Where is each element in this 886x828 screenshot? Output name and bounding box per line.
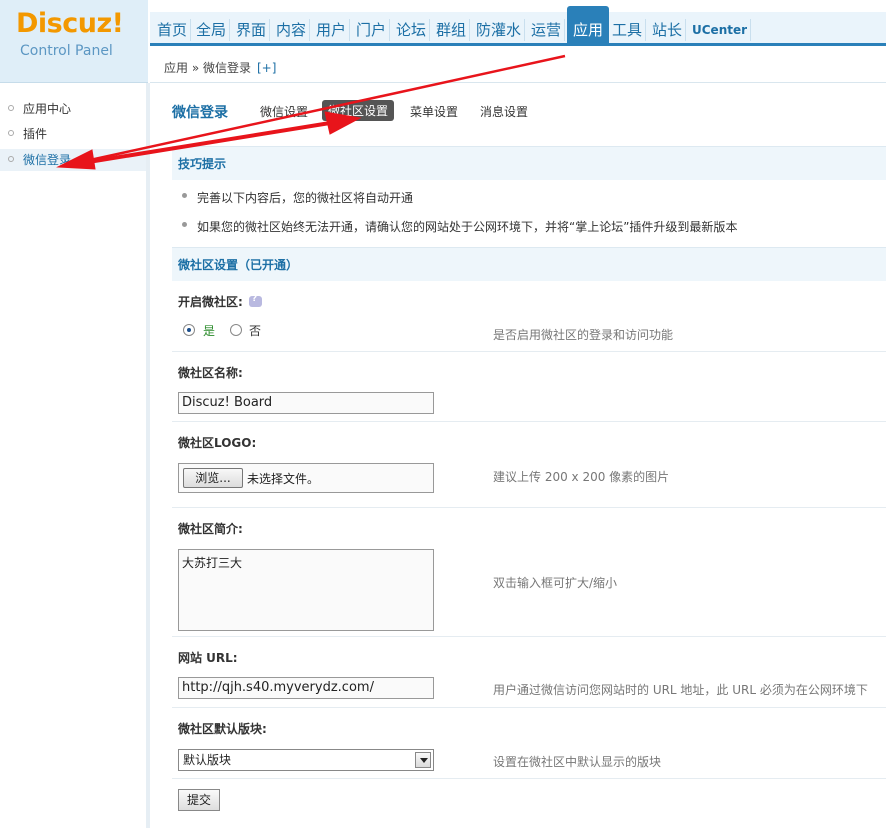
sidebar: 应用中心 插件 微信登录: [0, 83, 150, 828]
name-label: 微社区名称:: [178, 366, 243, 380]
enable-no-label[interactable]: 否: [249, 322, 261, 339]
intro-textarea[interactable]: 大苏打三大: [178, 549, 434, 631]
tip-item: 如果您的微社区始终无法开通，请确认您的网站处于公网环境下，并将“掌上论坛”插件升…: [180, 218, 737, 235]
tab-community-settings[interactable]: 微社区设置: [322, 100, 395, 121]
tab-menu-settings[interactable]: 菜单设置: [410, 103, 458, 120]
logo-file-input[interactable]: 浏览... 未选择文件。: [178, 463, 434, 493]
url-label: 网站 URL:: [178, 651, 238, 665]
top-nav: 首页 全局 界面 内容 用户 门户 论坛 群组 防灌水 运营 应用 工具 站长 …: [150, 6, 886, 46]
logo[interactable]: Discuz! Control Panel: [0, 0, 148, 83]
logo-help: 建议上传 200 x 200 像素的图片: [493, 470, 670, 484]
tip-text: 完善以下内容后，您的微社区将自动开通: [197, 191, 414, 205]
nav-home[interactable]: 首页: [154, 19, 192, 41]
enable-yes-label[interactable]: 是: [203, 322, 215, 339]
enable-help: 是否启用微社区的登录和访问功能: [493, 328, 674, 342]
default-forum-value: 默认版块: [183, 753, 232, 767]
chevron-down-icon[interactable]: [415, 752, 431, 768]
divider: [172, 421, 886, 422]
divider: [172, 707, 886, 708]
help-icon[interactable]: [248, 294, 262, 307]
nav-forum[interactable]: 论坛: [393, 19, 431, 41]
sidebar-item-label: 微信登录: [23, 153, 72, 167]
sidebar-item-label: 插件: [23, 127, 48, 141]
logo-text: Discuz!: [16, 8, 124, 39]
intro-help: 双击输入框可扩大/缩小: [493, 576, 618, 590]
sidebar-item-label: 应用中心: [23, 102, 72, 116]
file-status: 未选择文件。: [247, 472, 320, 486]
divider: [172, 507, 886, 508]
sidebar-item-wechat-login[interactable]: 微信登录: [0, 149, 146, 171]
submit-button[interactable]: 提交: [178, 789, 220, 811]
url-help: 用户通过微信访问您网站时的 URL 地址，此 URL 必须为在公网环境下: [493, 683, 868, 697]
bullet-icon: [182, 222, 187, 227]
enable-label: 开启微社区:: [178, 293, 262, 310]
default-forum-select[interactable]: 默认版块: [178, 749, 434, 771]
nav-content[interactable]: 内容: [273, 19, 311, 41]
tip-item: 完善以下内容后，您的微社区将自动开通: [180, 189, 413, 206]
nav-user[interactable]: 用户: [313, 19, 351, 41]
community-name-input[interactable]: Discuz! Board: [178, 392, 434, 414]
enable-no-radio[interactable]: [230, 324, 242, 336]
divider: [172, 778, 886, 779]
main-content: 微信登录 微信设置 微社区设置 菜单设置 消息设置 技巧提示 完善以下内容后，您…: [150, 83, 886, 828]
logo-subtitle: Control Panel: [20, 43, 113, 59]
nav-global[interactable]: 全局: [193, 19, 231, 41]
enable-yes-radio[interactable]: [183, 324, 195, 336]
breadcrumb: 应用 » 微信登录 [+]: [150, 50, 886, 83]
browse-button[interactable]: 浏览...: [183, 468, 243, 488]
enable-label-text: 开启微社区:: [178, 295, 243, 309]
bullet-icon: [182, 193, 187, 198]
nav-admin[interactable]: 站长: [649, 19, 687, 41]
nav-portal[interactable]: 门户: [353, 19, 391, 41]
page-title: 微信登录: [172, 105, 228, 121]
header: Discuz! Control Panel 首页 全局 界面 内容 用户 门户 …: [0, 0, 886, 83]
forum-label: 微社区默认版块:: [178, 722, 267, 736]
tab-message-settings[interactable]: 消息设置: [480, 103, 528, 120]
nav-antispam[interactable]: 防灌水: [473, 19, 526, 41]
forum-help: 设置在微社区中默认显示的版块: [493, 755, 662, 769]
nav-group[interactable]: 群组: [433, 19, 471, 41]
nav-tools[interactable]: 工具: [609, 19, 647, 41]
intro-label: 微社区简介:: [178, 522, 243, 536]
sidebar-item-app-center[interactable]: 应用中心: [0, 98, 146, 120]
bullet-icon: [8, 105, 14, 111]
nav-ucenter[interactable]: UCenter: [689, 19, 752, 41]
nav-operation[interactable]: 运营: [528, 19, 566, 41]
bullet-icon: [8, 156, 14, 162]
logo-label: 微社区LOGO:: [178, 436, 257, 450]
bullet-icon: [8, 130, 14, 136]
breadcrumb-text: 应用 » 微信登录: [164, 61, 251, 75]
nav-apps[interactable]: 应用: [567, 6, 610, 46]
tips-heading: 技巧提示: [172, 146, 886, 180]
form-heading: 微社区设置（已开通）: [172, 247, 886, 281]
breadcrumb-add-button[interactable]: [+]: [257, 61, 276, 75]
divider: [172, 351, 886, 352]
divider: [172, 636, 886, 637]
tip-text: 如果您的微社区始终无法开通，请确认您的网站处于公网环境下，并将“掌上论坛”插件升…: [197, 220, 738, 234]
site-url-input[interactable]: http://qjh.s40.myverydz.com/: [178, 677, 434, 699]
sidebar-item-plugins[interactable]: 插件: [0, 123, 146, 145]
tab-wechat-settings[interactable]: 微信设置: [260, 103, 308, 120]
nav-interface[interactable]: 界面: [233, 19, 271, 41]
